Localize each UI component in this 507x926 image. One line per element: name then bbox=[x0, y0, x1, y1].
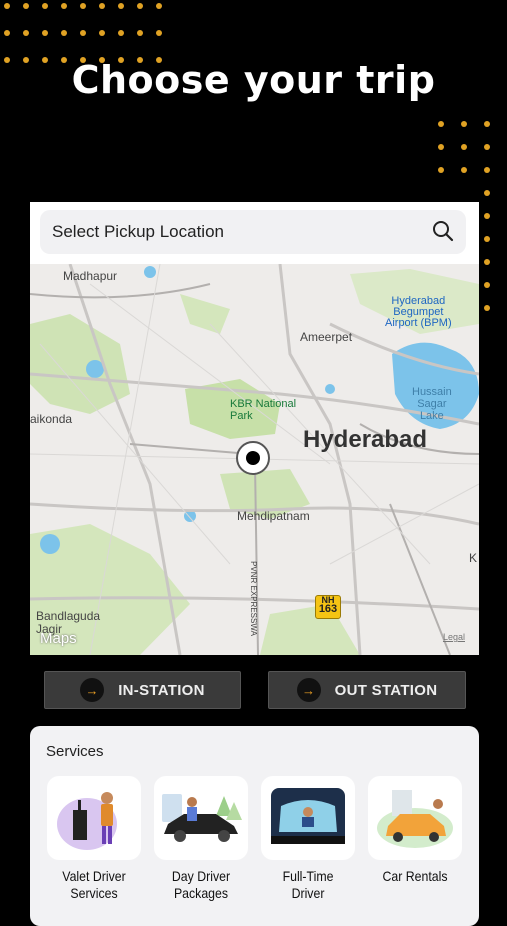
out-station-button[interactable]: → OUT STATION bbox=[268, 671, 466, 709]
valet-driver-illustration bbox=[47, 776, 141, 860]
map-label-madhapur: Madhapur bbox=[63, 269, 118, 283]
map-label-mehdipatnam: Mehdipatnam bbox=[237, 509, 310, 523]
map-view[interactable]: Madhapur Hyderabad Begumpet Airport (BPM… bbox=[30, 264, 479, 655]
map-label-airport: Hyderabad Begumpet Airport (BPM) bbox=[385, 295, 452, 329]
services-panel: Services Valet Driver Services Day Drive… bbox=[30, 726, 479, 926]
day-driver-illustration bbox=[154, 776, 248, 860]
arrow-right-icon: → bbox=[80, 678, 105, 702]
service-label: Full-Time Driver bbox=[282, 868, 334, 901]
map-label-kondapur: aikonda bbox=[30, 412, 73, 426]
pickup-search-bar[interactable]: Select Pickup Location bbox=[40, 210, 466, 254]
service-full-time-driver[interactable]: Full-Time Driver bbox=[261, 776, 355, 902]
out-station-label: OUT STATION bbox=[334, 681, 438, 699]
service-label: Car Rentals bbox=[382, 868, 448, 884]
search-icon[interactable] bbox=[432, 220, 454, 242]
map-label-kbr-park: KBR National Park bbox=[230, 398, 297, 422]
full-time-driver-illustration bbox=[261, 776, 355, 860]
service-day-driver[interactable]: Day Driver Packages bbox=[154, 776, 248, 902]
highway-badge: NH 163 bbox=[315, 595, 341, 619]
services-title: Services bbox=[46, 743, 104, 760]
arrow-right-icon: → bbox=[296, 678, 321, 702]
page-title: Choose your trip bbox=[71, 58, 436, 102]
search-input[interactable]: Select Pickup Location bbox=[52, 222, 224, 242]
maps-attribution: Maps bbox=[40, 630, 77, 647]
map-label-k: K bbox=[469, 551, 478, 565]
pickup-location-pin[interactable] bbox=[236, 441, 270, 475]
in-station-button[interactable]: → IN-STATION bbox=[44, 671, 241, 709]
map-label-hyderabad: Hyderabad bbox=[303, 426, 428, 453]
map-card: Select Pickup Location Madhapur Hyderaba… bbox=[30, 202, 479, 655]
in-station-label: IN-STATION bbox=[118, 681, 205, 699]
map-label-expressway: PVNR EXPRESSWA bbox=[248, 561, 258, 636]
service-label: Day Driver Packages bbox=[171, 868, 231, 901]
service-car-rentals[interactable]: Car Rentals bbox=[368, 776, 462, 885]
map-label-hussain-sagar: Hussain Sagar Lake bbox=[412, 386, 452, 422]
service-valet-driver[interactable]: Valet Driver Services bbox=[47, 776, 141, 902]
legal-link[interactable]: Legal bbox=[443, 632, 465, 642]
map-label-ameerpet: Ameerpet bbox=[300, 330, 353, 344]
service-label: Valet Driver Services bbox=[62, 868, 126, 901]
car-rentals-illustration bbox=[368, 776, 462, 860]
